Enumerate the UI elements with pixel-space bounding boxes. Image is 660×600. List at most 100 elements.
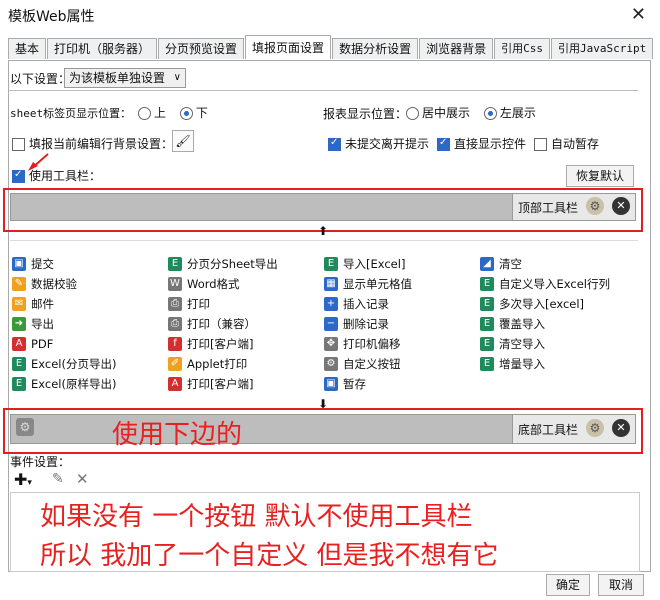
printer-icon: ⎙ (168, 297, 182, 311)
toolbar-button-option[interactable]: ⚙ 自定义按钮 (322, 354, 478, 374)
toolbar-button-label: 插入记录 (343, 297, 389, 311)
bottom-toolbar-gear-icon[interactable]: ⚙ (586, 419, 604, 437)
radio-top[interactable] (138, 107, 151, 120)
toolbar-button-option[interactable]: E Excel(分页导出) (10, 354, 166, 374)
excel-icon: E (480, 297, 494, 311)
toolbar-button-option[interactable]: E Excel(原样导出) (10, 374, 166, 394)
tab-css[interactable]: 引用Css (494, 38, 550, 59)
toolbar-button-option[interactable]: ▣ 提交 (10, 254, 166, 274)
toolbar-button-label: 数据校验 (31, 277, 77, 291)
delete-icon[interactable]: ✕ (76, 470, 89, 488)
toolbar-button-label: Word格式 (187, 277, 240, 291)
bottom-toolbar-label: 底部工具栏 (518, 423, 579, 437)
excel-icon: E (12, 377, 26, 391)
toolbar-button-option[interactable]: A PDF (10, 334, 166, 354)
radio-bottom[interactable] (179, 107, 193, 120)
tab-printer[interactable]: 打印机（服务器） (47, 38, 158, 59)
custom-button-gear-icon[interactable]: ⚙ (16, 418, 34, 436)
radio-left[interactable] (483, 107, 497, 120)
tab-fill-page[interactable]: 填报页面设置 (245, 35, 332, 59)
toolbar-button-label: 导入[Excel] (343, 257, 406, 271)
toolbar-button-label: 分页分Sheet导出 (187, 257, 278, 271)
tab-browser-bg[interactable]: 浏览器背景 (419, 38, 494, 59)
toolbar-button-option[interactable]: E 清空导入 (478, 334, 638, 354)
toolbar-button-option[interactable]: E 分页分Sheet导出 (166, 254, 322, 274)
toolbar-button-option[interactable]: ▦ 显示单元格值 (322, 274, 478, 294)
move-icon: ✥ (324, 337, 338, 351)
restore-default-button[interactable]: 恢复默认 (566, 165, 634, 187)
toolbar-button-option[interactable]: E 自定义导入Excel行列 (478, 274, 638, 294)
excel-icon: E (480, 317, 494, 331)
edit-icon[interactable]: ✎ (52, 471, 64, 487)
toolbar-button-label: 增量导入 (499, 357, 545, 371)
toolbar-button-option[interactable]: − 删除记录 (322, 314, 478, 334)
annotation-bottom-note: 使用下边的 (112, 420, 243, 450)
toolbar-button-label: 打印机偏移 (343, 337, 401, 351)
use-toolbar-checkbox[interactable] (12, 169, 25, 183)
annotation-line-1: 如果没有 一个按钮 默认不使用工具栏 (40, 502, 473, 532)
toolbar-button-option[interactable]: E 覆盖导入 (478, 314, 638, 334)
top-toolbar-area[interactable] (10, 193, 514, 221)
tab-pagination-preview[interactable]: 分页预览设置 (158, 38, 245, 59)
tab-javascript[interactable]: 引用JavaScript (550, 38, 654, 59)
radio-center-label: 居中展示 (422, 106, 471, 120)
unsubmitted-checkbox[interactable] (328, 137, 341, 151)
export-icon: ➜ (12, 317, 26, 331)
show-controls-checkbox[interactable] (437, 137, 450, 151)
toolbar-button-option[interactable]: E 增量导入 (478, 354, 638, 374)
toolbar-button-label: 清空导入 (499, 337, 545, 351)
bottom-toolbar-close-icon[interactable]: ✕ (612, 419, 630, 437)
close-icon[interactable]: ✕ (631, 4, 646, 25)
toolbar-button-label: 显示单元格值 (343, 277, 412, 291)
window-title: 模板Web属性 (8, 9, 95, 25)
tab-basic[interactable]: 基本 (8, 38, 47, 59)
toolbar-button-option[interactable]: ▣ 暂存 (322, 374, 478, 394)
arrow-up-icon: ⬆ (318, 224, 329, 238)
title-bar (0, 0, 660, 32)
toolbar-button-option[interactable]: E 导入[Excel] (322, 254, 478, 274)
toolbar-button-option[interactable]: ✥ 打印机偏移 (322, 334, 478, 354)
ok-button[interactable]: 确定 (546, 574, 590, 596)
pdf-icon: A (12, 337, 26, 351)
toolbar-button-option[interactable]: ✐ Applet打印 (166, 354, 322, 374)
toolbar-button-option[interactable]: ➜ 导出 (10, 314, 166, 334)
scope-select[interactable]: 为该模板单独设置 ∨ (64, 68, 186, 88)
toolbar-button-label: 提交 (31, 257, 54, 271)
toolbar-button-option[interactable]: ◢ 清空 (478, 254, 638, 274)
unsubmitted-row: 未提交离开提示 (328, 135, 429, 152)
excel-icon: E (480, 277, 494, 291)
excel-icon: E (12, 357, 26, 371)
excel-icon: E (168, 257, 182, 271)
toolbar-button-option[interactable]: ⎙ 打印 (166, 294, 322, 314)
toolbar-button-option[interactable]: A 打印[客户端] (166, 374, 322, 394)
toolbar-button-label: 打印[客户端] (187, 337, 254, 351)
sheet-tab-label: sheet标签页显示位置： (10, 107, 132, 120)
autosave-checkbox[interactable] (534, 138, 547, 151)
toolbar-button-option[interactable]: ✉ 邮件 (10, 294, 166, 314)
tab-data-analysis[interactable]: 数据分析设置 (332, 38, 419, 59)
flash-icon: f (168, 337, 182, 351)
printer-icon: ⎙ (168, 317, 182, 331)
add-icon[interactable]: ✚▾ (14, 470, 32, 489)
toolbar-button-option[interactable]: + 插入记录 (322, 294, 478, 314)
radio-center[interactable] (406, 107, 419, 120)
cancel-button[interactable]: 取消 (598, 574, 644, 596)
top-toolbar-close-icon[interactable]: ✕ (612, 197, 630, 215)
fill-bg-checkbox[interactable] (12, 138, 25, 151)
radio-left-label: 左展示 (499, 106, 536, 120)
toolbar-button-option[interactable]: E 多次导入[excel] (478, 294, 638, 314)
toolbar-button-option[interactable]: f 打印[客户端] (166, 334, 322, 354)
divider (8, 90, 638, 91)
paint-bucket-icon[interactable]: 🖌 (172, 130, 194, 152)
toolbar-button-option[interactable]: ⎙ 打印（兼容） (166, 314, 322, 334)
toolbar-button-label: 打印[客户端] (187, 377, 254, 391)
toolbar-button-label: PDF (31, 337, 54, 351)
toolbar-button-option[interactable]: W Word格式 (166, 274, 322, 294)
bottom-toolbar-area[interactable] (10, 414, 514, 444)
top-toolbar-gear-icon[interactable]: ⚙ (586, 197, 604, 215)
toolbar-button-label: 暂存 (343, 377, 366, 391)
show-controls-row: 直接显示控件 (437, 135, 526, 152)
radio-top-label: 上 (154, 106, 167, 120)
toolbar-button-option[interactable]: ✎ 数据校验 (10, 274, 166, 294)
excel-icon: E (480, 357, 494, 371)
